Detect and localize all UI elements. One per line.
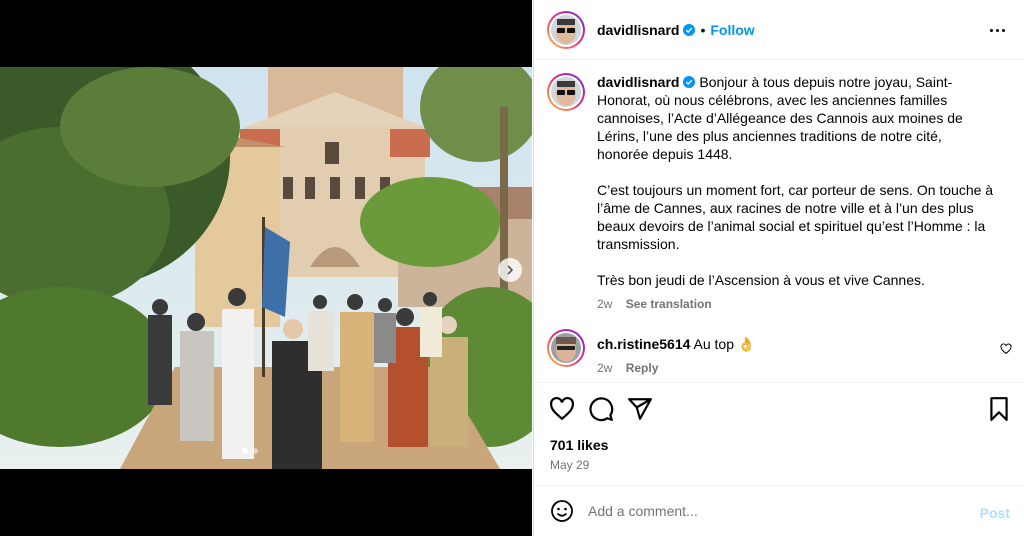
- post-header: davidlisnard • Follow: [534, 0, 1024, 60]
- procession-photo: [0, 67, 532, 469]
- verified-badge-icon: [683, 23, 696, 36]
- separator-dot: •: [700, 21, 706, 38]
- heart-icon[interactable]: [549, 396, 575, 422]
- comment-body: ch.ristine5614 Au top 👌 2w Reply: [597, 329, 977, 377]
- comment-like-icon[interactable]: [1000, 343, 1012, 355]
- post-date[interactable]: May 29: [550, 458, 589, 472]
- comments-section: davidlisnard Bonjour à tous depuis notre…: [534, 61, 1024, 383]
- carousel-indicator: [242, 448, 258, 454]
- caption-meta: 2w See translation: [597, 295, 997, 313]
- verified-badge-icon: [683, 76, 696, 88]
- carousel-dot: [242, 448, 248, 454]
- caption-age: 2w: [597, 297, 613, 311]
- comment-item: ch.ristine5614 Au top 👌 2w Reply: [547, 329, 1012, 377]
- commenter-username[interactable]: ch.ristine5614: [597, 336, 690, 352]
- post-photo[interactable]: [0, 67, 532, 469]
- avatar-image: [551, 14, 581, 45]
- comment-text: Au top 👌: [693, 336, 756, 352]
- bookmark-icon[interactable]: [986, 396, 1012, 422]
- post-comment-button[interactable]: Post: [980, 505, 1010, 521]
- caption-paragraph: Très bon jeudi de l’Ascension à vous et …: [597, 272, 925, 288]
- comment-meta: 2w Reply: [597, 359, 977, 377]
- author-avatar[interactable]: [547, 10, 585, 49]
- comment-icon[interactable]: [588, 396, 614, 422]
- avatar-image: [551, 333, 581, 363]
- emoji-icon[interactable]: [550, 499, 574, 523]
- author-username[interactable]: davidlisnard: [597, 22, 679, 38]
- commenter-avatar[interactable]: [547, 329, 585, 367]
- add-comment-bar: Post: [534, 485, 1024, 536]
- caption-text: davidlisnard Bonjour à tous depuis notre…: [597, 73, 997, 313]
- caption-paragraph: davidlisnard Bonjour à tous depuis notre…: [597, 74, 963, 162]
- post-sidebar: davidlisnard • Follow davidlisnard Bonjo…: [533, 0, 1024, 536]
- action-bar: [534, 392, 1024, 428]
- reply-button[interactable]: Reply: [626, 361, 659, 375]
- post-caption: davidlisnard Bonjour à tous depuis notre…: [547, 73, 1012, 313]
- caption-author-avatar[interactable]: [547, 73, 585, 111]
- follow-button[interactable]: Follow: [710, 22, 754, 38]
- add-comment-input[interactable]: [588, 503, 958, 519]
- carousel-dot: [252, 448, 258, 454]
- see-translation-link[interactable]: See translation: [626, 297, 712, 311]
- post-media: [0, 0, 532, 536]
- comment-age: 2w: [597, 361, 613, 375]
- carousel-next-button[interactable]: [498, 258, 522, 282]
- more-options-icon[interactable]: [987, 20, 1007, 40]
- likes-count[interactable]: 701 likes: [550, 437, 608, 453]
- share-icon[interactable]: [627, 396, 653, 422]
- chevron-right-icon: [507, 265, 514, 275]
- caption-paragraph: C’est toujours un moment fort, car porte…: [597, 182, 994, 252]
- avatar-image: [551, 77, 581, 107]
- caption-username[interactable]: davidlisnard: [597, 74, 679, 90]
